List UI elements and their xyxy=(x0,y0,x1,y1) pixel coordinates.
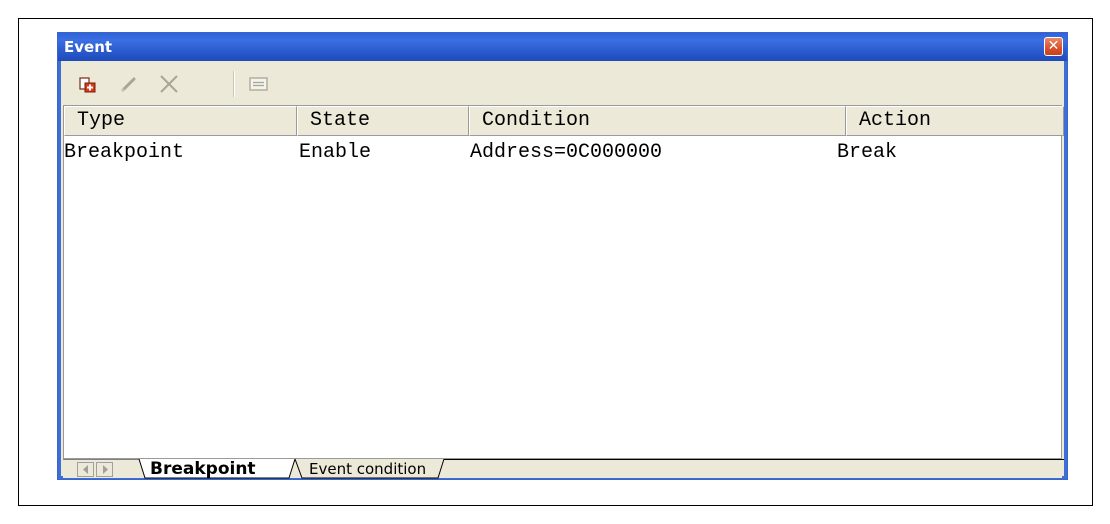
cell-state: Enable xyxy=(299,141,372,164)
edit-event-button[interactable] xyxy=(117,73,141,95)
close-button[interactable]: ✕ xyxy=(1044,37,1063,56)
column-header-state[interactable]: State xyxy=(297,106,469,136)
arrow-right-icon xyxy=(102,465,108,474)
tab-event-condition[interactable]: Event condition xyxy=(309,459,426,479)
event-window: Event ✕ Type State Condition Action Brea… xyxy=(57,32,1068,480)
cell-type: Breakpoint xyxy=(64,141,185,164)
column-header-type[interactable]: Type xyxy=(64,106,297,136)
add-event-button[interactable] xyxy=(75,73,99,95)
table-row[interactable]: Breakpoint Enable Address=0C000000 Break xyxy=(64,138,1061,168)
cell-condition: Address=0C000000 xyxy=(470,141,663,164)
tab-strip: Breakpoint Event condition xyxy=(63,459,1064,479)
title-bar[interactable]: Event ✕ xyxy=(58,33,1067,61)
properties-icon xyxy=(249,77,268,91)
properties-button[interactable] xyxy=(247,73,271,95)
add-event-icon xyxy=(79,77,96,93)
tab-breakpoint[interactable]: Breakpoint xyxy=(150,459,256,479)
tab-scroll-right-button[interactable] xyxy=(96,462,113,477)
column-header-action[interactable]: Action xyxy=(846,106,1064,136)
cell-action: Break xyxy=(837,141,898,164)
delete-event-button[interactable] xyxy=(157,73,181,95)
pencil-icon xyxy=(121,77,136,92)
toolbar xyxy=(61,61,1064,105)
column-header-condition[interactable]: Condition xyxy=(469,106,846,136)
close-icon: ✕ xyxy=(1047,38,1060,54)
window-client: Type State Condition Action Breakpoint E… xyxy=(61,61,1064,479)
toolbar-separator xyxy=(233,71,235,97)
tab-scroll-left-button[interactable] xyxy=(77,462,94,477)
window-title: Event xyxy=(64,38,113,56)
delete-x-icon xyxy=(160,75,178,93)
list-header: Type State Condition Action xyxy=(64,106,1064,136)
event-list[interactable]: Type State Condition Action Breakpoint E… xyxy=(63,105,1064,459)
arrow-left-icon xyxy=(82,465,88,474)
